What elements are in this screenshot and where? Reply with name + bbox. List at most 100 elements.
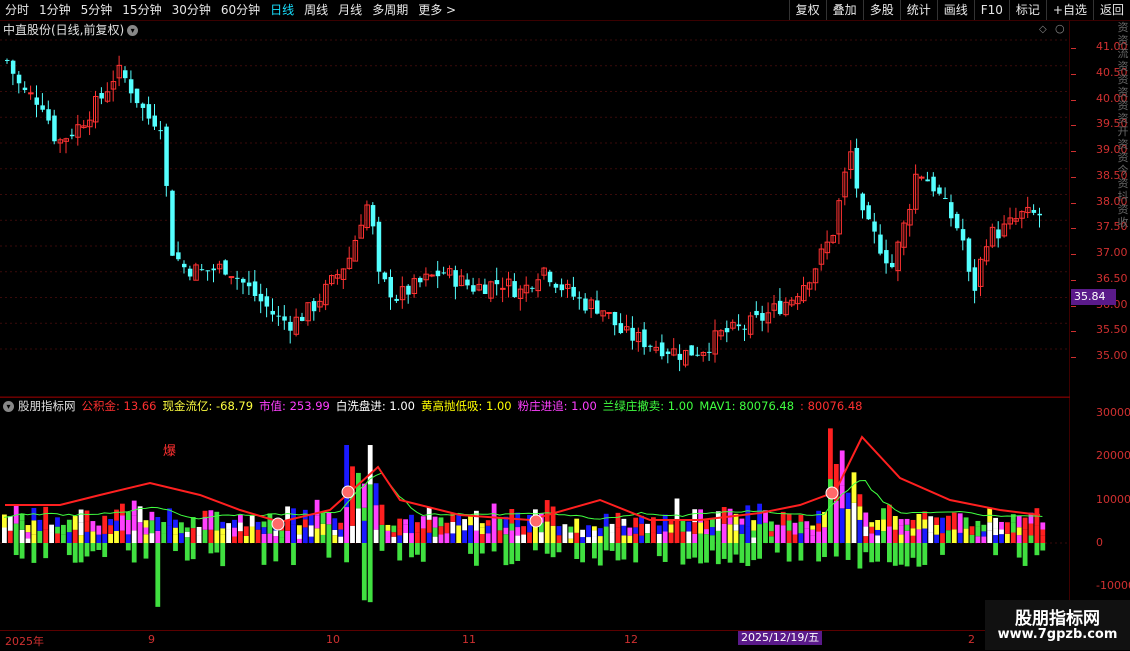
indicator-bar-segment bbox=[621, 518, 627, 526]
indicator-bar-segment bbox=[285, 520, 290, 531]
date-tick-label: 2 bbox=[968, 633, 975, 646]
indicator-bar-segment bbox=[179, 533, 184, 543]
indicator-bar-segment bbox=[804, 528, 810, 543]
indicator-bar-segment bbox=[397, 528, 403, 536]
indicator-bar-segment bbox=[184, 527, 190, 532]
indicator-bar-segment bbox=[255, 529, 261, 543]
candle-body-down bbox=[972, 267, 978, 291]
indicator-bar-segment bbox=[910, 535, 916, 543]
indicator-bar-negative bbox=[102, 543, 108, 558]
indicator-bar-negative bbox=[615, 543, 621, 561]
indicator-bar-segment bbox=[887, 504, 892, 527]
indicator-bar-segment bbox=[633, 527, 639, 534]
indicator-bar-segment bbox=[1028, 523, 1034, 536]
vertical-char: 资 bbox=[1117, 34, 1129, 47]
price-tick-mark bbox=[1071, 202, 1076, 204]
candle-body-down bbox=[441, 272, 447, 274]
indicator-bar-segment bbox=[715, 511, 721, 531]
indicator-bar-segment bbox=[90, 531, 96, 543]
vertical-char: 资 bbox=[1117, 177, 1129, 190]
indicator-bar-segment bbox=[226, 523, 231, 530]
indicator-bar-segment bbox=[857, 519, 863, 543]
candle-body-down bbox=[583, 298, 588, 311]
indicator-bar-negative bbox=[379, 543, 385, 551]
candle-body-down bbox=[494, 280, 500, 285]
toolbar-button-8[interactable]: 返回 bbox=[1092, 0, 1130, 20]
indicator-bar-segment bbox=[845, 508, 851, 525]
indicator-bar-segment bbox=[479, 534, 485, 543]
indicator-bar-segment bbox=[686, 531, 692, 543]
price-axis: 41.00 40.50 40.00 39.50 39.00 38.50 38.00 37.50… bbox=[1071, 21, 1128, 397]
indicator-bar-segment bbox=[721, 507, 727, 524]
indicator-bar-negative bbox=[993, 543, 998, 556]
indicator-bar-negative bbox=[863, 543, 869, 553]
candle-body-down bbox=[618, 323, 624, 334]
indicator-tick-label: 20000 bbox=[1096, 449, 1130, 463]
indicator-bar-segment bbox=[698, 522, 703, 534]
indicator-bar-segment bbox=[810, 525, 816, 530]
indicator-bar-segment bbox=[987, 522, 993, 531]
indicator-bar-segment bbox=[556, 535, 562, 543]
indicator-bar-segment bbox=[25, 538, 31, 543]
indicator-bar-segment bbox=[37, 530, 43, 543]
indicator-bar-segment bbox=[704, 520, 709, 530]
candle-body-down bbox=[695, 354, 700, 356]
indicator-bar-negative bbox=[78, 543, 84, 563]
indicator-bar-segment bbox=[922, 528, 928, 543]
indicator-bar-segment bbox=[704, 529, 709, 535]
indicator-bar-segment bbox=[993, 528, 998, 536]
indicator-bar-segment bbox=[373, 483, 379, 506]
indicator-bar-negative bbox=[739, 543, 745, 563]
indicator-bar-segment bbox=[993, 535, 998, 543]
indicator-bar-segment bbox=[143, 534, 149, 543]
indicator-bar-segment bbox=[450, 521, 456, 534]
indicator-bar-segment bbox=[904, 518, 910, 525]
indicator-bar-segment bbox=[385, 530, 391, 537]
indicator-bar-segment bbox=[1010, 522, 1016, 533]
indicator-bar-segment bbox=[603, 526, 609, 543]
indicator-bar-segment bbox=[173, 534, 178, 543]
indicator-bar-segment bbox=[763, 522, 768, 543]
indicator-bar-segment bbox=[238, 514, 243, 523]
candle-body-up bbox=[228, 276, 235, 279]
indicator-bar-segment bbox=[84, 531, 90, 543]
indicator-bar-segment bbox=[798, 514, 804, 522]
indicator-bar-segment bbox=[816, 523, 821, 532]
vertical-char: 资 bbox=[1117, 203, 1129, 216]
candle-body-down bbox=[960, 229, 966, 241]
indicator-bar-segment bbox=[509, 523, 515, 531]
price-tick-mark bbox=[1071, 73, 1076, 75]
candle-body-down bbox=[482, 284, 488, 294]
indicator-bar-segment bbox=[568, 526, 574, 533]
indicator-bar-segment bbox=[462, 519, 467, 531]
indicator-bar-segment bbox=[898, 534, 904, 543]
indicator-bar-segment bbox=[314, 515, 320, 529]
candle-body-down bbox=[123, 70, 128, 79]
indicator-bar-segment bbox=[332, 518, 338, 530]
indicator-bar-segment bbox=[61, 534, 66, 543]
indicator-bar-segment bbox=[957, 532, 963, 543]
indicator-bar-segment bbox=[609, 532, 615, 543]
indicator-bar-segment bbox=[568, 538, 574, 543]
indicator-bar-segment bbox=[2, 514, 7, 528]
indicator-bar-segment bbox=[981, 524, 987, 532]
candle-body-down bbox=[707, 351, 712, 353]
candle-body-down bbox=[176, 252, 181, 260]
indicator-bar-segment bbox=[839, 508, 845, 543]
indicator-bar-segment bbox=[833, 500, 839, 543]
indicator-bar-segment bbox=[509, 530, 515, 543]
candle-body-down bbox=[630, 327, 635, 341]
indicator-bar-segment bbox=[367, 484, 373, 543]
indicator-bar-segment bbox=[385, 536, 391, 543]
indicator-bar-negative bbox=[922, 543, 928, 565]
indicator-bar-segment bbox=[291, 524, 296, 543]
candle-body-down bbox=[128, 79, 134, 94]
indicator-bar-negative bbox=[603, 543, 609, 551]
indicator-bar-segment bbox=[479, 527, 485, 535]
indicator-bar-segment bbox=[291, 508, 296, 525]
indicator-bar-segment bbox=[1022, 529, 1028, 543]
indicator-bar-segment bbox=[680, 520, 686, 532]
indicator-bar-segment bbox=[527, 532, 532, 543]
indicator-bar-negative bbox=[662, 543, 668, 562]
indicator-bar-negative bbox=[503, 543, 509, 566]
